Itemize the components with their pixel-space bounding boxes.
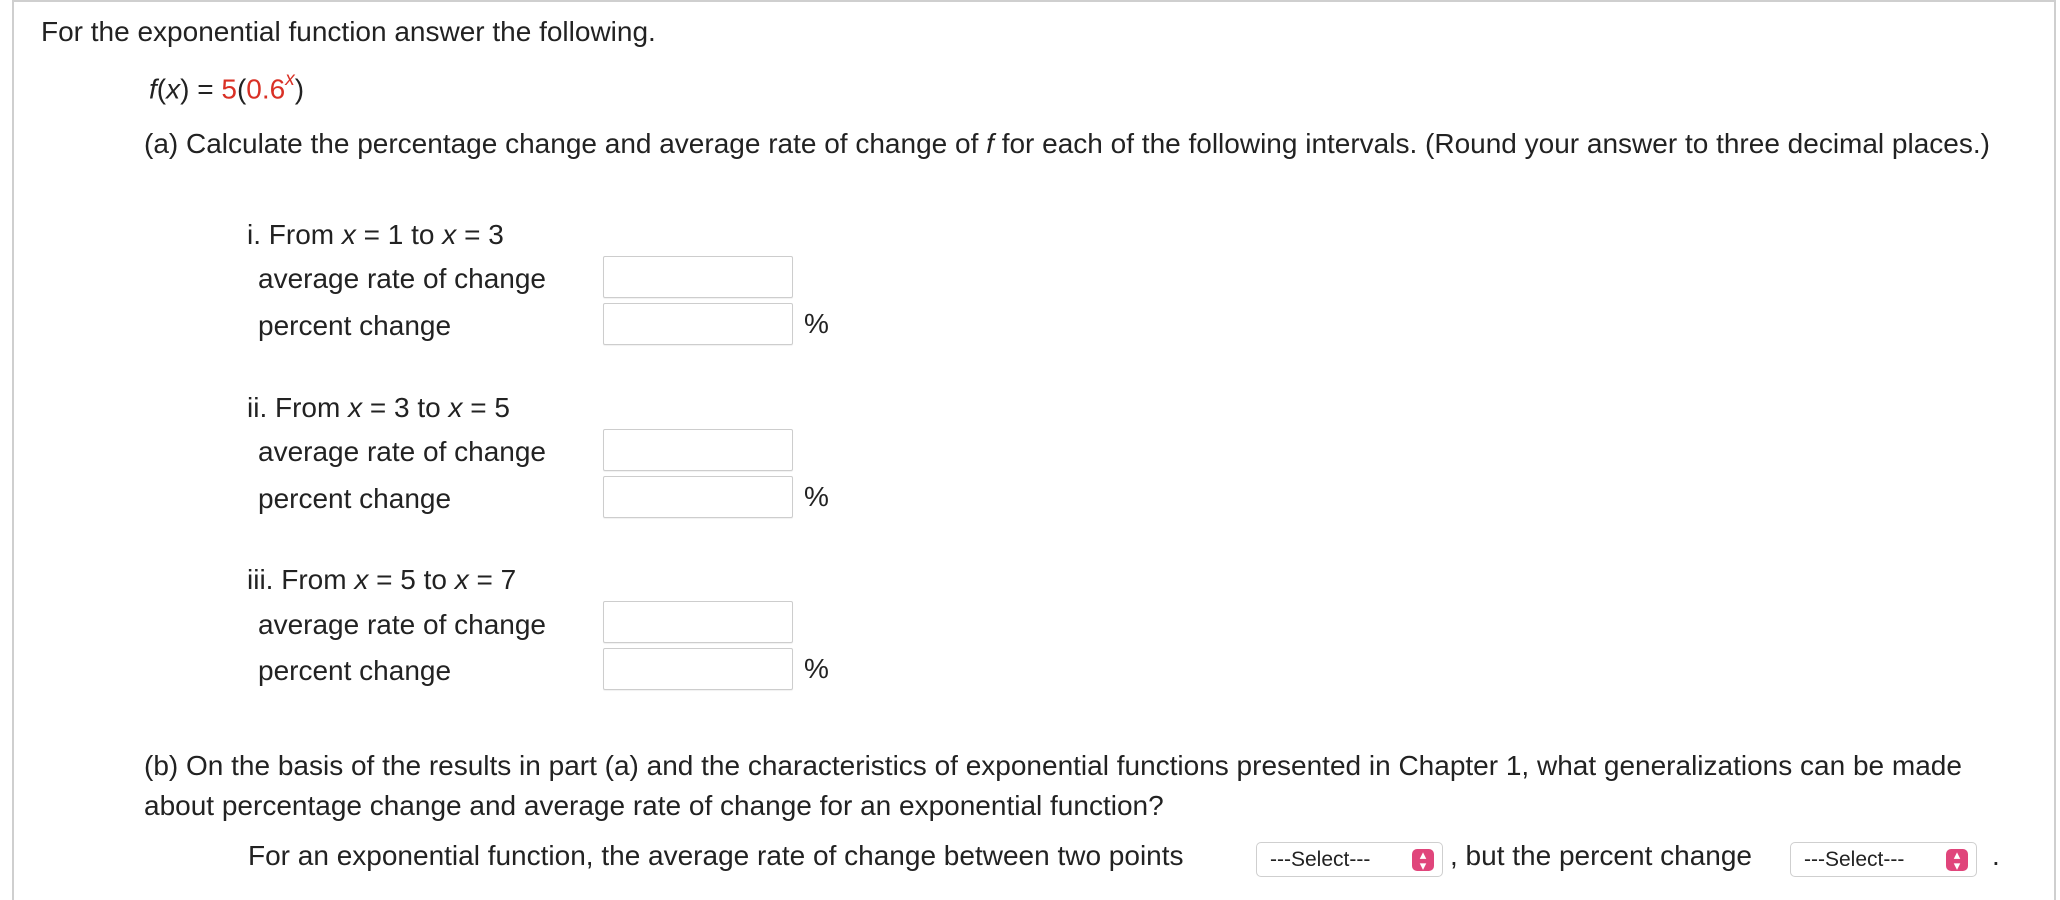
interval-start: = 1 [355, 219, 412, 250]
rate-label: average rate of change [258, 263, 546, 294]
percent-unit: % [804, 653, 829, 684]
part-b-prompt: (b) On the basis of the results in part … [144, 750, 1962, 821]
interval-var: x [442, 219, 457, 250]
interval-3-title: iii. From x = 5 to x = 7 [247, 564, 516, 596]
select-value: ---Select--- [1270, 847, 1371, 871]
function-variable: x [166, 73, 181, 105]
interval-2-rate-input[interactable] [603, 429, 793, 471]
interval-label: ii. From [247, 392, 349, 423]
interval-var: x [348, 392, 363, 423]
part-b-sentence-start: For an exponential function, the average… [248, 840, 1184, 871]
percent-label: percent change [258, 483, 452, 514]
question-intro: For the exponential function answer the … [41, 16, 656, 47]
interval-2-title: ii. From x = 3 to x = 5 [247, 392, 510, 424]
part-a-prompt: (a) Calculate the percentage change and … [144, 124, 2024, 164]
rate-label: average rate of change [258, 436, 546, 467]
interval-start: = 5 [368, 564, 424, 595]
interval-var: x [354, 564, 369, 595]
part-b-sentence-end: . [1992, 840, 2000, 871]
interval-to: to [411, 219, 443, 250]
percent-label: percent change [258, 310, 452, 341]
percent-label: percent change [258, 655, 452, 686]
rate-generalization-select[interactable]: ---Select--- ▴ ▾ [1256, 842, 1443, 877]
interval-start: = 3 [362, 392, 418, 423]
interval-3-rate-input[interactable] [603, 601, 793, 643]
part-a-function-name: f [986, 128, 994, 159]
function-coefficient: 5 [221, 73, 237, 105]
interval-1-title: i. From x = 1 to x = 3 [247, 219, 504, 251]
equals-sign: = [189, 73, 222, 105]
function-name: f [149, 73, 157, 105]
percent-unit: % [804, 481, 829, 512]
chevron-up-down-icon: ▴ ▾ [1412, 848, 1434, 872]
part-a-text-before: (a) Calculate the percentage change and … [144, 128, 987, 159]
part-a-text-after: for each of the following intervals. (Ro… [993, 128, 1990, 159]
rate-label: average rate of change [258, 609, 546, 640]
part-b-sentence-middle: , but the percent change [1450, 840, 1752, 871]
interval-1-percent-input[interactable] [603, 303, 793, 345]
function-base: 0.6 [246, 73, 286, 105]
interval-var: x [454, 564, 469, 595]
percent-unit: % [804, 308, 829, 339]
interval-end: = 5 [462, 392, 510, 423]
interval-label: iii. From [247, 564, 355, 595]
interval-var: x [448, 392, 463, 423]
function-exponent: x [285, 69, 295, 90]
interval-3-percent-input[interactable] [603, 648, 793, 690]
interval-var: x [341, 219, 356, 250]
interval-2-percent-input[interactable] [603, 476, 793, 518]
percent-generalization-select[interactable]: ---Select--- ▴ ▾ [1790, 842, 1977, 877]
function-definition: f(x) = 5(0.6x) [149, 69, 305, 105]
interval-end: = 3 [456, 219, 504, 250]
interval-1-rate-input[interactable] [603, 256, 793, 298]
interval-to: to [423, 564, 455, 595]
interval-end: = 7 [468, 564, 517, 595]
interval-label: i. From [247, 219, 342, 250]
chevron-up-down-icon: ▴ ▾ [1946, 848, 1968, 872]
interval-to: to [417, 392, 449, 423]
select-value: ---Select--- [1804, 847, 1905, 871]
